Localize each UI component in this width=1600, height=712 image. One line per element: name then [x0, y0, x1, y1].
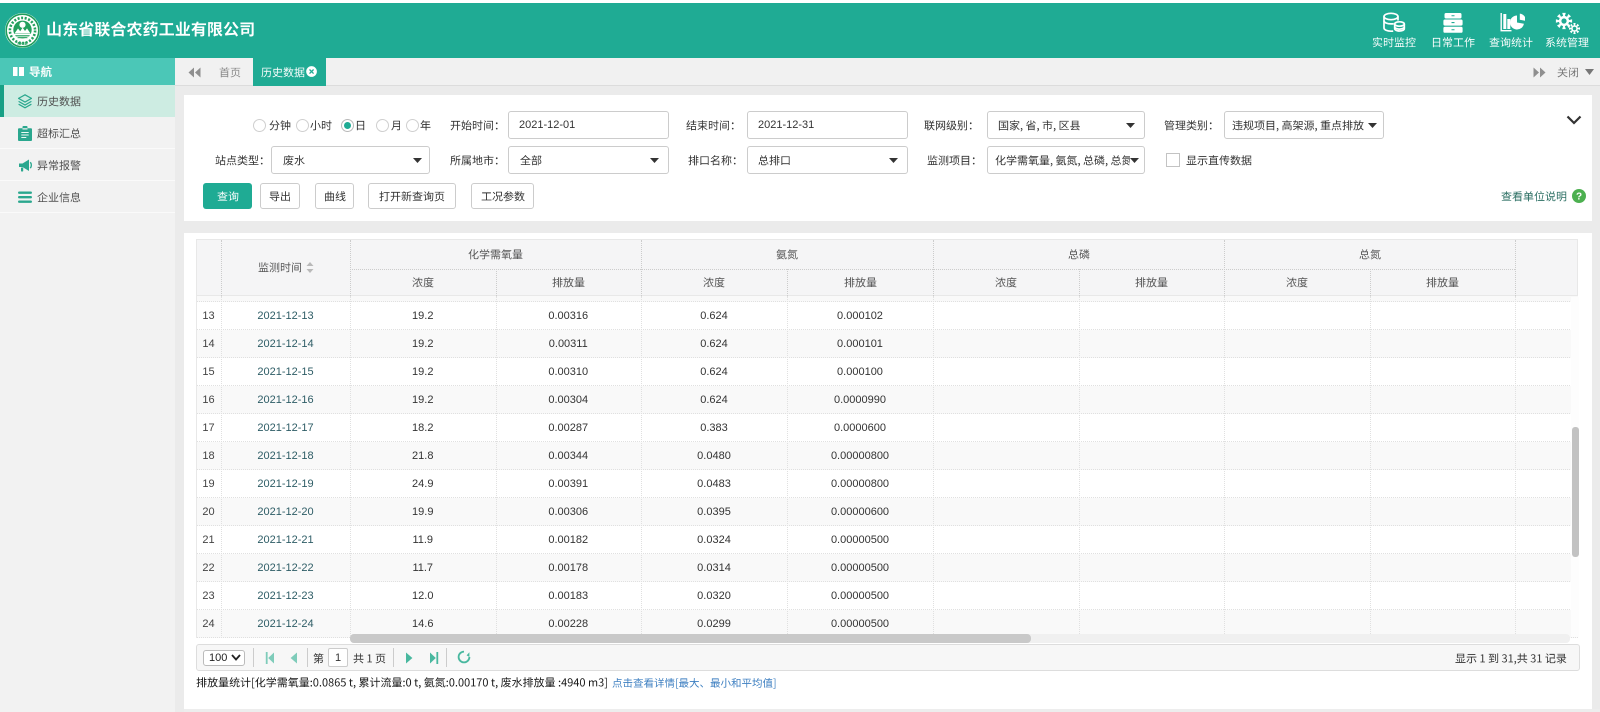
svg-text:MCE: MCE: [17, 41, 27, 46]
svg-text:?: ?: [1576, 192, 1582, 203]
